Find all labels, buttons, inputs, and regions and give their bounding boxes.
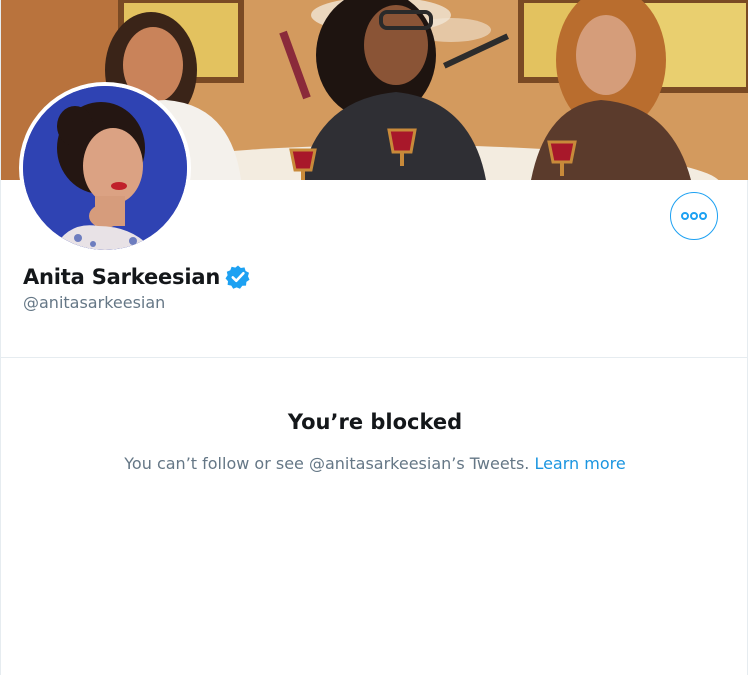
blocked-message: You can’t follow or see @anitasarkeesian… bbox=[1, 454, 748, 473]
profile-handle: @anitasarkeesian bbox=[23, 293, 166, 312]
avatar-image bbox=[23, 86, 187, 250]
blocked-message-text: You can’t follow or see @anitasarkeesian… bbox=[124, 454, 535, 473]
more-options-icon bbox=[681, 212, 707, 220]
more-options-button[interactable] bbox=[670, 192, 718, 240]
blocked-title: You’re blocked bbox=[287, 410, 463, 434]
divider bbox=[1, 357, 748, 358]
verified-badge-icon bbox=[225, 264, 251, 290]
profile-page: Anita Sarkeesian @anitasarkeesian You’re… bbox=[0, 0, 748, 675]
display-name: Anita Sarkeesian bbox=[23, 265, 221, 289]
learn-more-link[interactable]: Learn more bbox=[534, 454, 625, 473]
profile-avatar[interactable] bbox=[19, 82, 191, 254]
profile-name-row: Anita Sarkeesian bbox=[23, 263, 251, 291]
